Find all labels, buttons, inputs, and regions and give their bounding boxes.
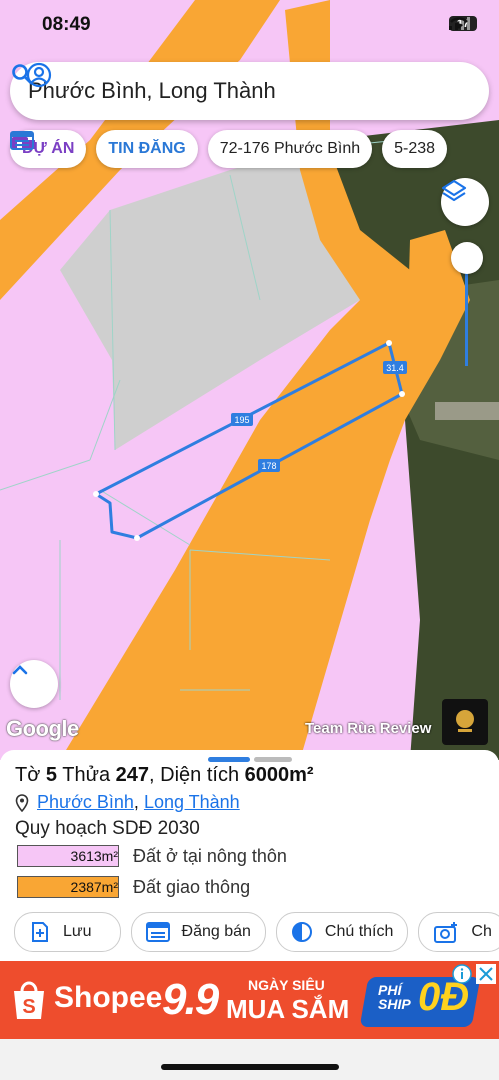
add-photo-icon xyxy=(434,922,458,943)
svg-text:S: S xyxy=(22,996,35,1018)
ad-info-icon[interactable] xyxy=(452,964,472,984)
chip-label: 5-238 xyxy=(394,140,436,157)
title-separator: , xyxy=(149,764,155,786)
save-button[interactable]: Lưu xyxy=(14,912,121,952)
turtle-logo-icon xyxy=(456,710,474,732)
edge-label-north: 195 xyxy=(234,415,249,425)
opacity-slider-track[interactable] xyxy=(465,258,468,366)
to-value: 5 xyxy=(45,764,58,786)
district-link[interactable]: Long Thành xyxy=(144,792,240,813)
shopee-bag-icon: S xyxy=(14,981,44,1019)
legend-label-transport: Đất giao thông xyxy=(133,876,251,897)
sheet-handle-active[interactable] xyxy=(208,757,250,762)
chip-label: 72-176 Phước Bình xyxy=(219,140,361,157)
plan-title: Quy hoạch SDĐ 2030 xyxy=(15,818,200,839)
parcel-vertex xyxy=(134,535,140,541)
ad-promo-number: 9.9 xyxy=(162,975,219,1024)
ad-ship-text: PHÍ SHIP xyxy=(378,983,411,1011)
wifi-icon xyxy=(450,17,468,29)
area-label: Diện tích xyxy=(160,764,240,786)
action-bar: Lưu Đăng bán Chú thích Ch xyxy=(14,912,499,952)
chip-label: TIN ĐĂNG xyxy=(108,140,186,157)
action-label: Lưu xyxy=(63,923,92,940)
sheet-handle-inactive[interactable] xyxy=(254,757,292,762)
parcel-vertex xyxy=(93,491,99,497)
listing-icon xyxy=(145,922,170,942)
post-sale-button[interactable]: Đăng bán xyxy=(130,912,266,952)
system-bottom-area xyxy=(0,1039,499,1080)
add-box-icon xyxy=(32,922,48,942)
ad-line-2: MUA SẮM xyxy=(226,994,350,1024)
status-time: 08:49 xyxy=(42,14,91,35)
google-logo: Google xyxy=(6,716,79,741)
chip-parcel-1[interactable]: 72-176 Phước Bình xyxy=(207,130,373,168)
action-label: Đăng bán xyxy=(181,923,251,940)
chip-tin-dang[interactable]: TIN ĐĂNG xyxy=(10,130,198,168)
area-value: 6000m² xyxy=(244,764,314,786)
action-label: Ch xyxy=(471,923,492,940)
parcel-vertex xyxy=(399,391,405,397)
thua-value: 247 xyxy=(115,764,150,786)
ad-line-1: NGÀY SIÊU xyxy=(248,977,325,993)
status-icons: 17 xyxy=(449,16,477,31)
ad-brand: Shopee xyxy=(54,981,163,1014)
action-label: Chú thích xyxy=(324,923,394,940)
status-bar: 08:49 17 xyxy=(0,0,499,50)
legend-area-transport: 2387m² xyxy=(17,876,119,898)
chip-parcel-2[interactable]: 5-238 xyxy=(382,130,448,168)
satellite-road xyxy=(435,402,499,420)
ad-close-icon[interactable] xyxy=(476,964,496,984)
layers-icon xyxy=(441,179,467,202)
location-pin-icon xyxy=(15,793,29,812)
legend-area-residential: 3613m² xyxy=(17,845,119,867)
location-separator: , xyxy=(133,792,139,812)
search-icon[interactable] xyxy=(10,62,34,86)
to-label: Tờ xyxy=(15,764,41,786)
parcel-title: Tờ 5 Thửa 247, Diện tích 6000m² xyxy=(15,764,314,787)
legend-label-residential: Đất ở tại nông thôn xyxy=(133,845,287,866)
legend-button[interactable]: Chú thích xyxy=(275,912,409,952)
ward-link[interactable]: Phước Bình xyxy=(37,792,134,813)
chevron-up-icon xyxy=(12,665,28,675)
edge-label-east: 31.4 xyxy=(386,363,404,373)
watermark-text: Team Rùa Review xyxy=(305,720,432,737)
home-indicator[interactable] xyxy=(161,1064,339,1070)
parcel-vertex xyxy=(386,340,392,346)
listing-icon xyxy=(10,131,34,150)
opacity-slider-handle[interactable] xyxy=(451,242,483,274)
search-bar[interactable]: Phước Bình, Long Thành xyxy=(10,62,489,120)
add-photo-button[interactable]: Ch xyxy=(418,912,499,952)
ad-banner[interactable]: S Shopee 9.9 NGÀY SIÊU MUA SẮM PHÍ SHIP 0… xyxy=(0,961,499,1039)
thua-label: Thửa xyxy=(62,764,111,786)
edge-label-south: 178 xyxy=(261,461,276,471)
watermark-logo xyxy=(442,699,488,745)
parcel-location: Phước Bình, Long Thành xyxy=(15,792,240,813)
ad-controls xyxy=(452,964,496,984)
contrast-icon xyxy=(291,922,312,942)
layers-button[interactable] xyxy=(441,178,489,226)
expand-up-button[interactable] xyxy=(10,660,58,708)
map-view[interactable]: 195 31.4 178 08:49 17 Phước Bình, Long T… xyxy=(0,0,499,760)
filter-chips: DỰ ÁN TIN ĐĂNG 72-176 Phước Bình 5-238 xyxy=(10,130,448,170)
legend-row: 2387m² Đất giao thông xyxy=(17,876,250,898)
ad-ship-text-2: SHIP xyxy=(378,996,411,1012)
legend-row: 3613m² Đất ở tại nông thôn xyxy=(17,845,287,867)
search-input[interactable]: Phước Bình, Long Thành xyxy=(28,78,489,104)
